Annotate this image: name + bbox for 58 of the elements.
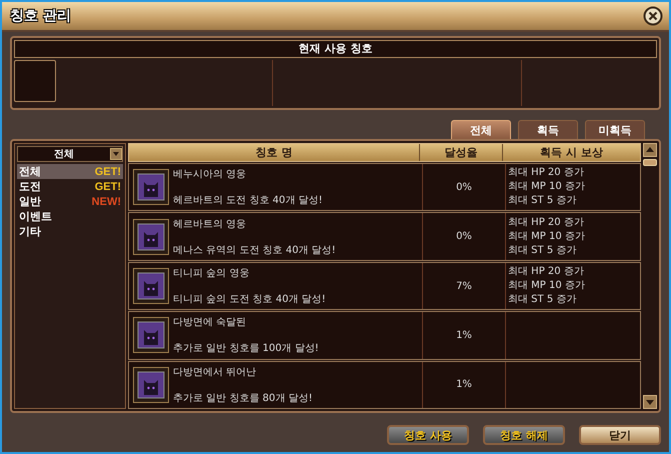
reward-text: 최대 ST 5 증가 — [508, 293, 578, 308]
title-condition: 메나스 유역의 도전 칭호 40개 달성! — [173, 244, 336, 257]
title-row[interactable]: 다방면에서 뛰어난 추가로 일반 칭호를 80개 달성! 1% — [128, 360, 641, 410]
category-status-label: GET! — [94, 166, 121, 178]
cat-silhouette-icon — [133, 268, 169, 304]
scroll-down-icon[interactable] — [643, 395, 657, 409]
title-name: 다방면에 숙달된 — [173, 316, 248, 330]
title-row[interactable]: 다방면에 숙달된 추가로 일반 칭호를 100개 달성! 1% — [128, 311, 641, 360]
tab[interactable]: 미획득 — [585, 120, 645, 139]
action-button[interactable]: 닫기 — [579, 425, 661, 445]
column-header: 획득 시 보상 — [539, 145, 604, 161]
category-item[interactable]: 도전 GET! — [17, 179, 123, 194]
title-name: 헤르바트의 영웅 — [173, 218, 248, 231]
category-status-label: GET! — [94, 180, 121, 192]
reward-text: 최대 HP 20 증가 — [508, 216, 585, 230]
achievement-rate: 0% — [456, 182, 472, 193]
reward-text: 최대 ST 5 증가 — [508, 194, 578, 208]
cat-silhouette-icon — [133, 218, 169, 255]
title-row[interactable]: 티니피 숲의 영웅 티니피 숲의 도전 칭호 40개 달성! 7% 최대 HP 20 증가 최대 MP 10 증가 최대 ST 5 증가 — [128, 262, 641, 310]
reward-text: 최대 ST 5 증가 — [508, 244, 578, 258]
title-condition: 헤르바트의 도전 칭호 40개 달성! — [173, 194, 322, 208]
title-row[interactable]: 베누시아의 영웅 헤르바트의 도전 칭호 40개 달성! 0% 최대 HP 20 증가 최대 MP 10 증가 최대 ST 5 증가 — [128, 163, 641, 212]
filter-dropdown[interactable]: 전체 — [17, 146, 123, 162]
category-item[interactable]: 이벤트 — [17, 209, 123, 224]
reward-text: 최대 HP 20 증가 — [508, 265, 585, 280]
scroll-up-icon[interactable] — [643, 143, 657, 157]
scrollbar[interactable] — [643, 143, 657, 409]
close-icon[interactable] — [643, 6, 663, 26]
title-row[interactable]: 헤르바트의 영웅 메나스 유역의 도전 칭호 40개 달성! 0% 최대 HP 20 증가 최대 MP 10 증가 최대 ST 5 증가 — [128, 212, 641, 261]
achievement-rate: 7% — [456, 280, 472, 292]
title-condition: 추가로 일반 칭호를 80개 달성! — [173, 392, 312, 405]
cat-silhouette-icon — [133, 169, 169, 206]
achievement-rate: 1% — [456, 379, 472, 390]
reward-text: 최대 MP 10 증가 — [508, 230, 586, 244]
category-item[interactable]: 전체 GET! — [17, 164, 123, 179]
achievement-rate: 0% — [456, 231, 472, 242]
tab[interactable]: 획득 — [518, 120, 578, 139]
reward-text: 최대 HP 20 증가 — [508, 166, 585, 180]
cat-silhouette-icon — [133, 317, 169, 354]
title-icon-slot — [14, 60, 56, 102]
column-header: 달성율 — [420, 144, 503, 161]
scroll-thumb[interactable] — [643, 159, 657, 166]
column-header: 칭호 명 — [129, 144, 420, 161]
current-title-header: 현재 사용 칭호 — [14, 40, 657, 58]
reward-text: 최대 MP 10 증가 — [508, 180, 586, 194]
achievement-rate: 1% — [456, 330, 472, 341]
title-condition: 추가로 일반 칭호를 100개 달성! — [173, 342, 319, 356]
title-condition: 티니피 숲의 도전 칭호 40개 달성! — [173, 293, 326, 306]
category-status-label: NEW! — [92, 196, 121, 208]
title-name: 베누시아의 영웅 — [173, 168, 248, 182]
tab[interactable]: 전체 — [451, 120, 511, 139]
reward-text: 최대 MP 10 증가 — [508, 279, 586, 294]
cat-silhouette-icon — [133, 366, 169, 403]
category-item[interactable]: 기타 — [17, 224, 123, 239]
title-name: 티니피 숲의 영웅 — [173, 267, 250, 280]
title-name: 다방면에서 뛰어난 — [173, 366, 258, 379]
category-item[interactable]: 일반 NEW! — [17, 194, 123, 209]
window-title: 칭호 관리 — [10, 7, 71, 25]
